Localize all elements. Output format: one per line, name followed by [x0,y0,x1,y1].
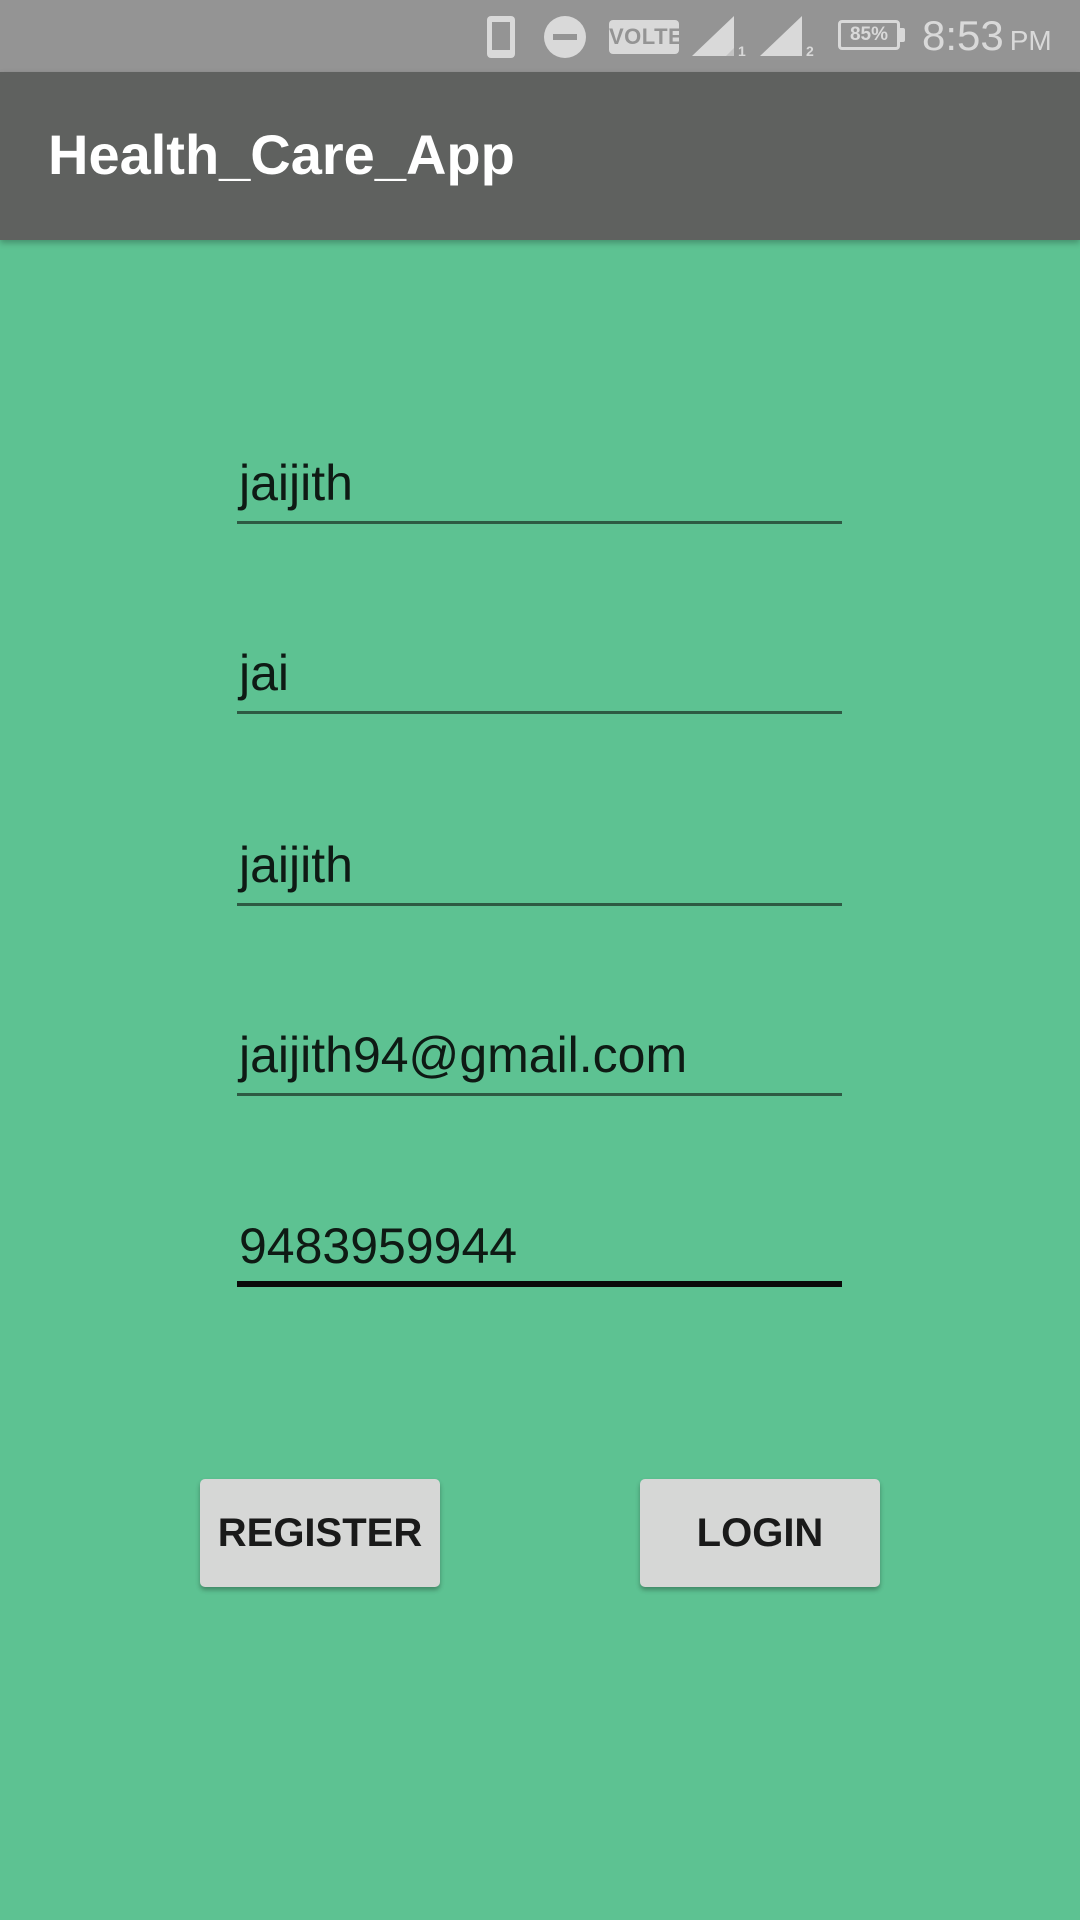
app-title: Health_Care_App [48,123,515,186]
login-button[interactable]: LOGIN [640,1479,880,1587]
email-field[interactable]: jaijith94@gmail.com [237,1016,842,1096]
sim2-label: 2 [806,43,814,58]
field-value: jai [239,645,290,701]
dnd-icon [544,16,586,58]
register-button[interactable]: REGISTER [200,1479,440,1587]
field-underline [237,521,842,524]
phone-field[interactable]: 9483959944 [237,1207,842,1287]
field-underline [237,903,842,906]
field-value: jaijith [239,455,353,511]
status-bar: VOLTE 1 2 85% 8:53 PM [0,0,1080,72]
field-value: jaijith [239,837,353,893]
time-ampm: PM [1009,25,1052,56]
field-underline [237,711,842,714]
field-value: jaijith94@gmail.com [239,1027,688,1083]
sim1-label: 1 [738,43,746,58]
volte-icon: VOLTE [609,20,683,54]
signal-sim1-icon: 1 [692,16,746,58]
battery-icon: 85% [838,20,900,50]
phone-icon [487,16,515,58]
app-bar: Health_Care_App [0,72,1080,240]
second-name-field[interactable]: jai [237,634,842,714]
field-underline [237,1093,842,1096]
registration-screen: VOLTE 1 2 85% 8:53 PM Health_Care_App jai… [0,0,1080,1920]
status-time: 8:53 PM [922,12,1052,60]
first-name-field[interactable]: jaijith [237,444,842,524]
field-underline [237,1281,842,1287]
battery-tip [900,28,905,42]
field-value: 9483959944 [239,1218,518,1274]
username-field[interactable]: jaijith [237,826,842,906]
signal-sim2-icon: 2 [760,16,814,58]
time-value: 8:53 [922,12,1004,59]
